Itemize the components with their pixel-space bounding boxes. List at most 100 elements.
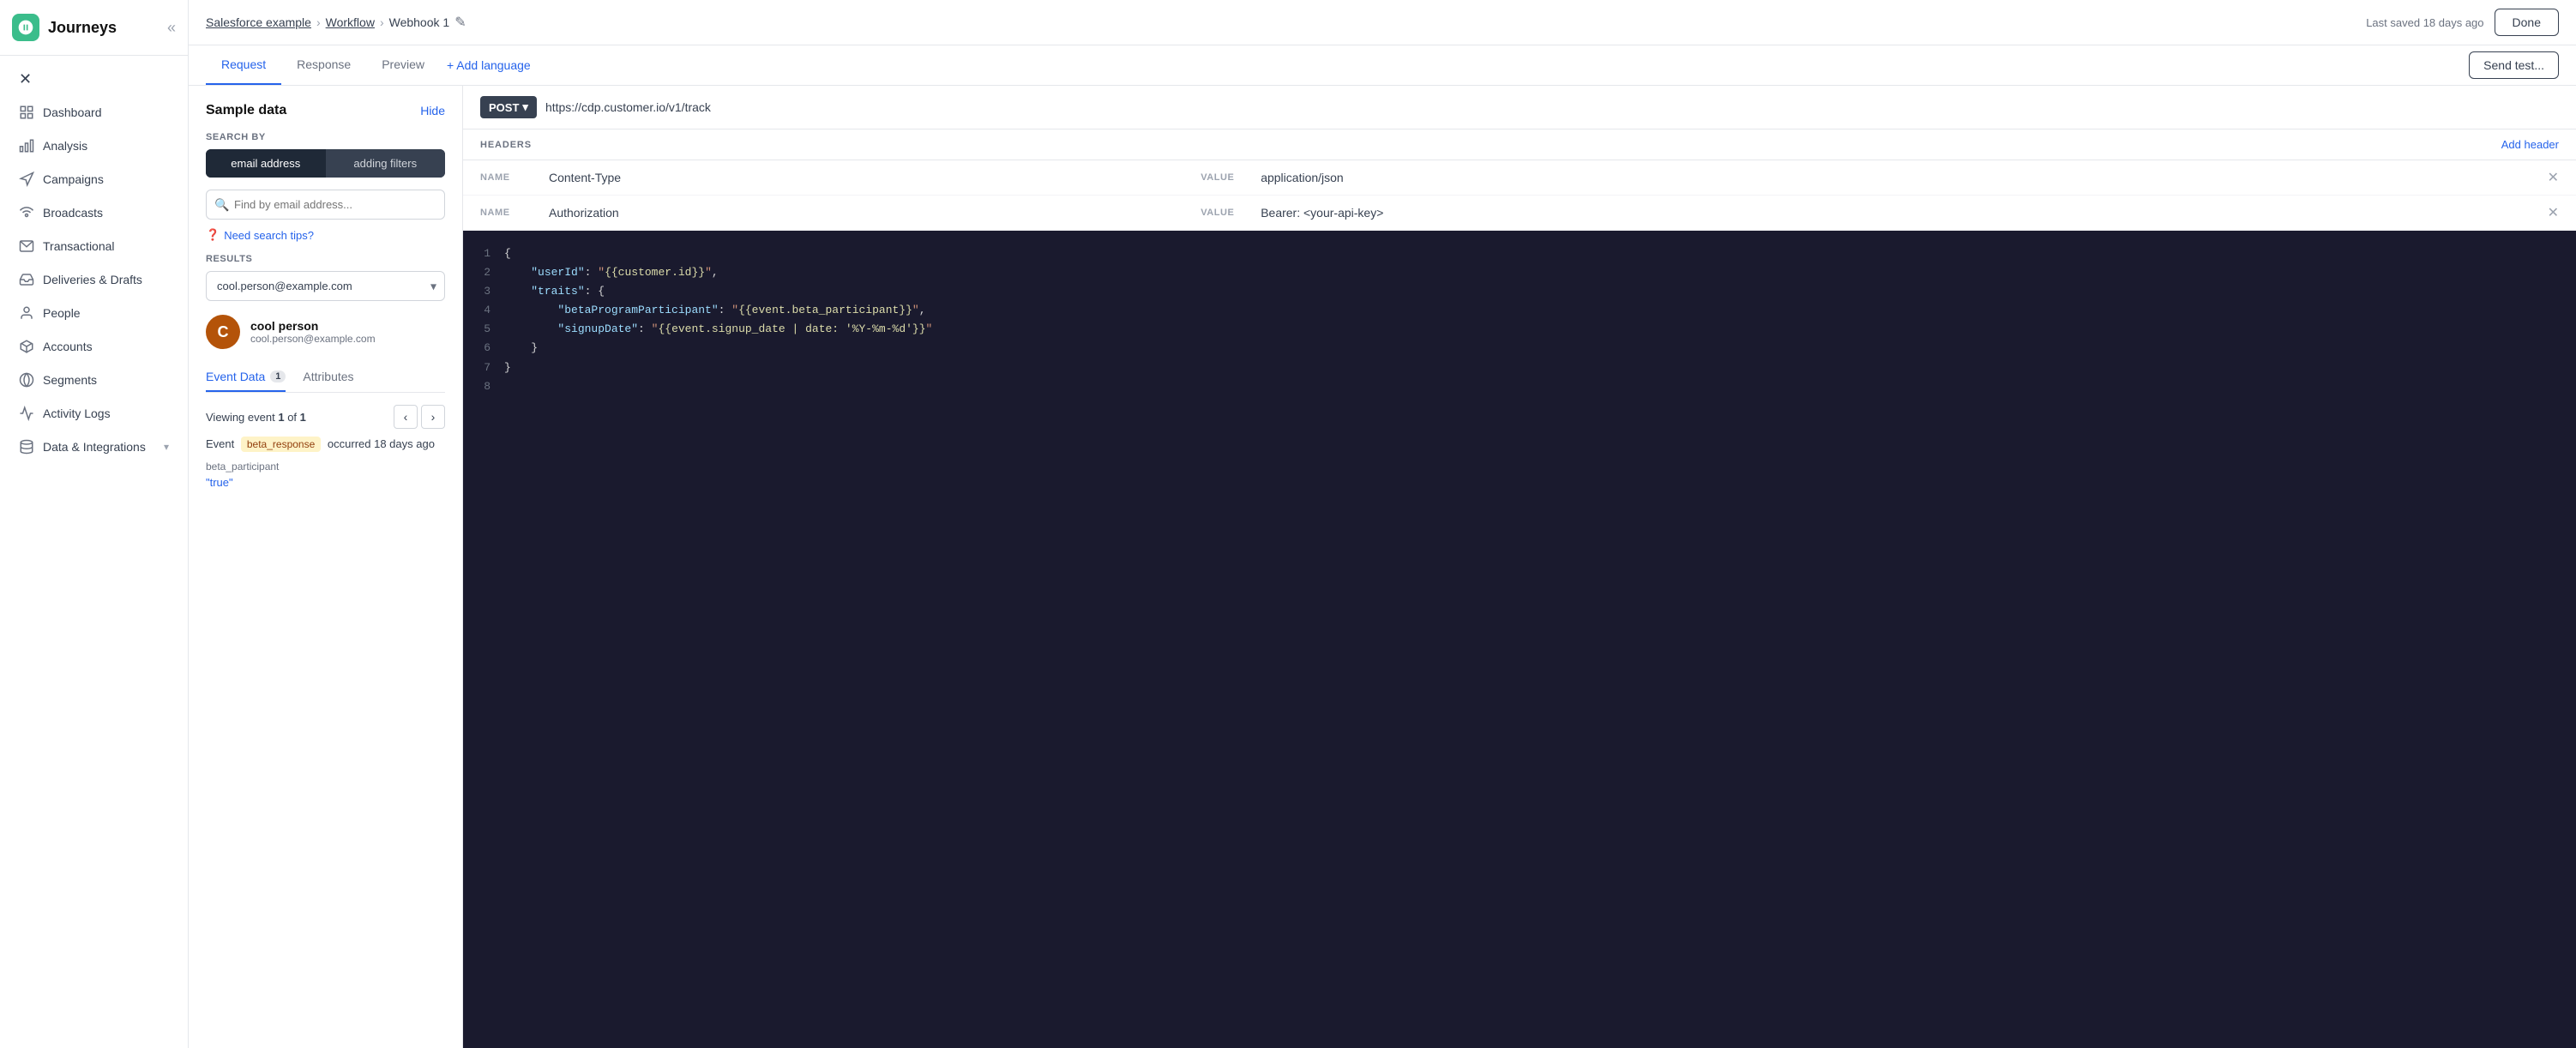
header-name-label-2: NAME: [480, 208, 532, 218]
prev-event-button[interactable]: ‹: [394, 405, 418, 429]
chevron-down-icon: ▾: [164, 441, 169, 453]
app-logo[interactable]: [12, 14, 39, 41]
toggle-email-button[interactable]: email address: [206, 149, 326, 178]
transactional-label: Transactional: [43, 239, 115, 253]
hide-button[interactable]: Hide: [420, 104, 445, 117]
delete-header-1-button[interactable]: ✕: [2548, 169, 2559, 186]
sample-data-panel: Sample data Hide SEARCH BY email address…: [189, 86, 463, 1048]
breadcrumb-parent1[interactable]: Salesforce example: [206, 15, 311, 29]
sidebar-item-segments[interactable]: Segments: [5, 364, 183, 396]
tab-request[interactable]: Request: [206, 45, 281, 85]
campaigns-label: Campaigns: [43, 172, 104, 186]
search-input-wrapper: 🔍: [206, 190, 445, 220]
data-tab-attributes[interactable]: Attributes: [303, 363, 353, 392]
inbox-icon: [19, 272, 34, 287]
search-tips-link[interactable]: ❓ Need search tips?: [206, 228, 445, 242]
header-value-label-1: VALUE: [1201, 172, 1243, 183]
breadcrumb-sep1: ›: [316, 15, 321, 29]
segments-label: Segments: [43, 373, 97, 387]
send-test-button[interactable]: Send test...: [2469, 51, 2559, 79]
last-saved-text: Last saved 18 days ago: [2366, 16, 2483, 29]
delete-header-2-button[interactable]: ✕: [2548, 204, 2559, 221]
event-data-badge: 1: [270, 370, 286, 382]
attributes-label: Attributes: [303, 370, 353, 383]
search-toggle: email address adding filters: [206, 149, 445, 178]
header-row-authorization: NAME Authorization VALUE Bearer: <your-a…: [463, 196, 2576, 231]
sidebar-item-transactional[interactable]: Transactional: [5, 230, 183, 262]
sidebar-title: Journeys: [48, 19, 167, 37]
cube-icon: [19, 339, 34, 354]
edit-icon[interactable]: ✎: [454, 14, 466, 31]
line-code-1: {: [504, 244, 511, 263]
code-line-2: 2 "userId": "{{customer.id}}",: [477, 263, 2562, 282]
logo-icon: [17, 19, 34, 36]
headers-label: HEADERS: [480, 140, 532, 150]
content-area: Sample data Hide SEARCH BY email address…: [189, 86, 2576, 1048]
panel-title: Sample data: [206, 103, 286, 118]
sidebar-item-analysis[interactable]: Analysis: [5, 129, 183, 162]
line-num-5: 5: [477, 320, 491, 339]
collapse-sidebar-button[interactable]: «: [167, 19, 176, 37]
line-num-2: 2: [477, 263, 491, 282]
tab-response[interactable]: Response: [281, 45, 366, 85]
people-label: People: [43, 306, 81, 320]
line-code-2: "userId": "{{customer.id}}",: [504, 263, 719, 282]
toggle-filters-button[interactable]: adding filters: [326, 149, 446, 178]
sidebar-item-data-integrations[interactable]: Data & Integrations ▾: [5, 431, 183, 463]
event-data-label: Event Data: [206, 370, 265, 383]
person-name: cool person: [250, 319, 376, 333]
person-email: cool.person@example.com: [250, 333, 376, 345]
line-num-3: 3: [477, 282, 491, 301]
tabs-bar: Request Response Preview + Add language …: [189, 45, 2576, 86]
grid-icon: [19, 105, 34, 120]
result-select[interactable]: cool.person@example.com: [206, 271, 445, 301]
line-num-7: 7: [477, 358, 491, 377]
bar-chart-icon: [19, 138, 34, 154]
code-line-4: 4 "betaProgramParticipant": "{{event.bet…: [477, 301, 2562, 320]
done-button[interactable]: Done: [2495, 9, 2559, 36]
dashboard-label: Dashboard: [43, 105, 102, 119]
sidebar-item-dashboard[interactable]: Dashboard: [5, 96, 183, 129]
code-line-6: 6 }: [477, 339, 2562, 358]
method-badge[interactable]: POST ▾: [480, 96, 537, 118]
sidebar-item-accounts[interactable]: Accounts: [5, 330, 183, 363]
tab-preview[interactable]: Preview: [366, 45, 440, 85]
megaphone-icon: [19, 172, 34, 187]
line-code-6: }: [504, 339, 538, 358]
add-language-button[interactable]: + Add language: [447, 58, 531, 72]
breadcrumb-parent2[interactable]: Workflow: [326, 15, 375, 29]
next-event-button[interactable]: ›: [421, 405, 445, 429]
breadcrumb: Salesforce example › Workflow › Webhook …: [206, 14, 466, 31]
event-navigation: ‹ ›: [394, 405, 445, 429]
request-bar: POST ▾ https://cdp.customer.io/v1/track: [463, 86, 2576, 129]
sidebar-item-broadcasts[interactable]: Broadcasts: [5, 196, 183, 229]
method-label: POST: [489, 101, 519, 114]
request-url: https://cdp.customer.io/v1/track: [545, 100, 711, 114]
event-badge: beta_response: [241, 437, 321, 452]
sidebar-item-activity-logs[interactable]: Activity Logs: [5, 397, 183, 430]
code-line-8: 8: [477, 377, 2562, 396]
activity-logs-label: Activity Logs: [43, 407, 111, 420]
code-editor[interactable]: 1 { 2 "userId": "{{customer.id}}", 3 "tr…: [463, 231, 2576, 1048]
breadcrumb-sep2: ›: [380, 15, 384, 29]
search-input[interactable]: [206, 190, 445, 220]
sidebar-item-deliveries[interactable]: Deliveries & Drafts: [5, 263, 183, 296]
method-dropdown-icon: ▾: [522, 100, 528, 114]
topbar-right: Last saved 18 days ago Done: [2366, 9, 2559, 36]
viewing-total: 1: [300, 411, 306, 424]
sidebar-item-people[interactable]: People: [5, 297, 183, 329]
line-num-8: 8: [477, 377, 491, 396]
add-header-button[interactable]: Add header: [2501, 138, 2559, 151]
broadcast-icon: [19, 205, 34, 220]
sidebar-header: Journeys «: [0, 0, 188, 56]
data-tab-events[interactable]: Event Data 1: [206, 363, 286, 392]
viewing-num: 1: [278, 411, 284, 424]
close-nav-item[interactable]: ✕: [5, 63, 183, 95]
sidebar-item-campaigns[interactable]: Campaigns: [5, 163, 183, 196]
mail-icon: [19, 238, 34, 254]
viewing-label: Viewing event: [206, 411, 275, 424]
broadcasts-label: Broadcasts: [43, 206, 103, 220]
search-icon: 🔍: [214, 197, 229, 212]
header-value-value-2: Bearer: <your-api-key>: [1261, 206, 2530, 220]
tabs-right-area: Send test...: [2469, 51, 2559, 79]
